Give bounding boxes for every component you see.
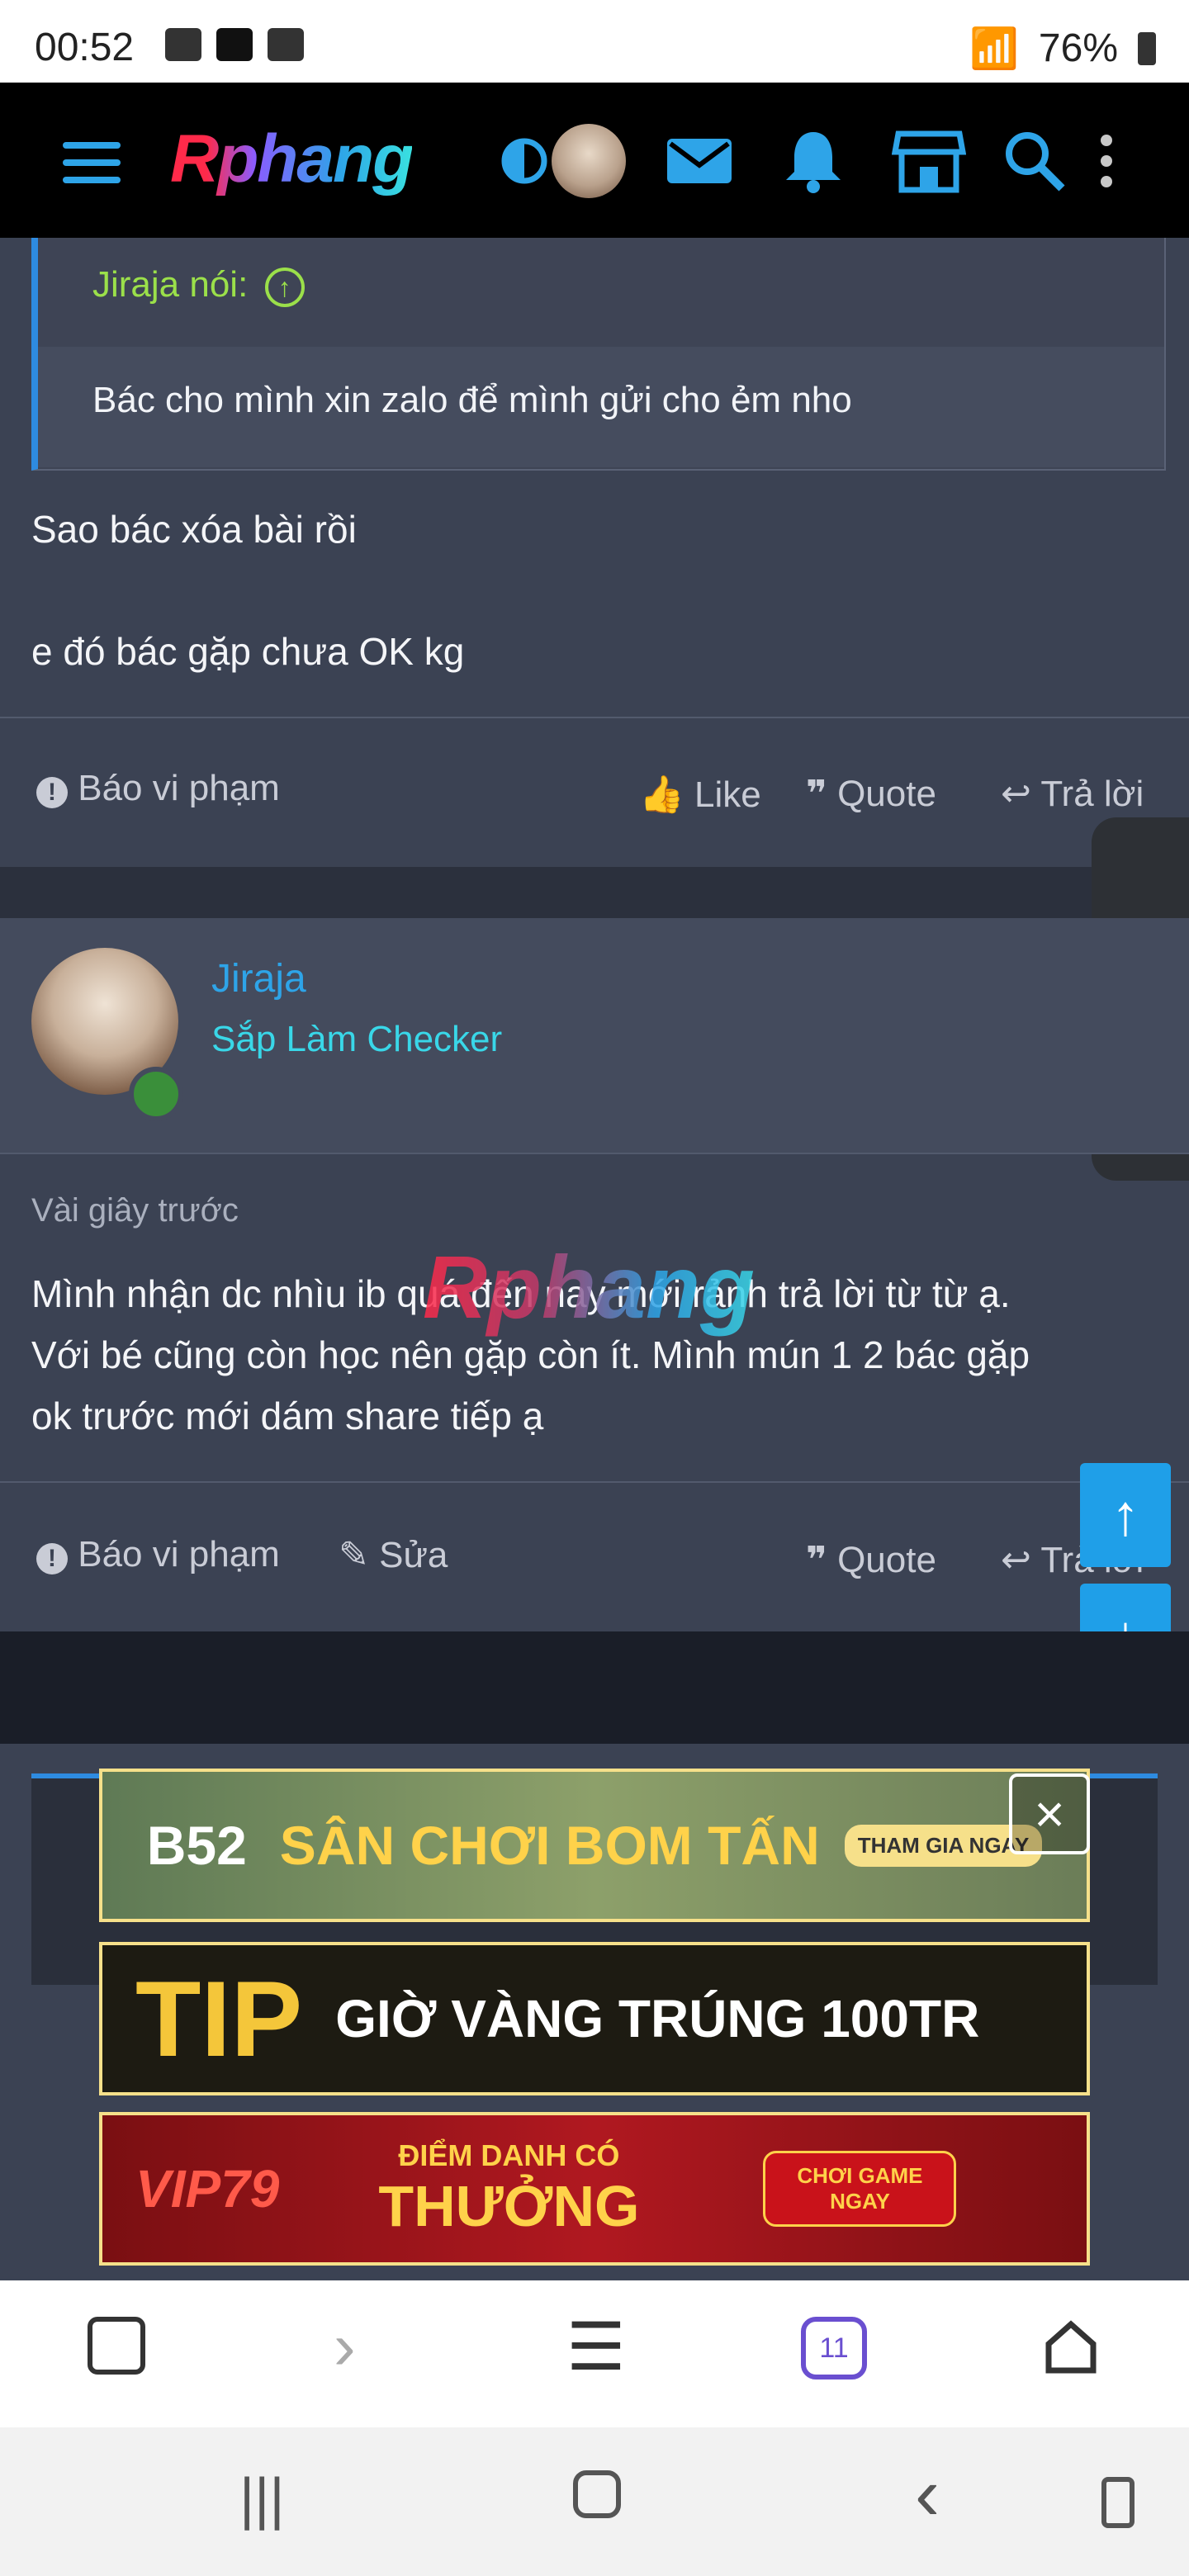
quote-button[interactable]: ❞ Quote bbox=[806, 773, 936, 815]
browser-toolbar: › ☰ 11 bbox=[0, 2280, 1189, 2427]
post1-line1: Sao bác xóa bài rồi bbox=[31, 508, 357, 551]
ad-banner-vip79[interactable]: VIP79 ĐIỂM DANH CÓ THƯỞNG CHƠI GAME NGAY bbox=[99, 2112, 1090, 2266]
tabs-button[interactable]: 11 bbox=[801, 2317, 867, 2379]
pencil-icon: ✎ bbox=[339, 1535, 369, 1575]
gallery-icon bbox=[165, 28, 201, 61]
ad3-headline: ĐIỂM DANH CÓ THƯỞNG bbox=[378, 2138, 639, 2239]
back-icon[interactable]: ‹ bbox=[915, 2452, 940, 2537]
quote-button[interactable]: ❞ Quote bbox=[806, 1539, 936, 1581]
edit-button[interactable]: ✎ Sửa bbox=[339, 1534, 448, 1576]
divider bbox=[0, 717, 1189, 718]
system-nav-bar: ||| ‹ bbox=[0, 2427, 1189, 2576]
ad1-text: SÂN CHƠI BOM TẤN bbox=[279, 1815, 820, 1876]
post2-user-header bbox=[0, 918, 1189, 1154]
recent-apps-icon[interactable]: ||| bbox=[239, 2465, 285, 2531]
report-button[interactable]: ! Báo vi phạm bbox=[36, 768, 280, 809]
ad-banner-b52[interactable]: B52 SÂN CHƠI BOM TẤN THAM GIA NGAY bbox=[99, 1769, 1090, 1922]
mail-icon[interactable] bbox=[662, 124, 737, 198]
post-separator bbox=[0, 867, 1189, 918]
quote-icon: ❞ bbox=[806, 1540, 827, 1580]
user-avatar[interactable] bbox=[552, 124, 626, 198]
online-status-icon bbox=[129, 1067, 183, 1121]
quote-author-label[interactable]: Jiraja nói: bbox=[92, 264, 248, 305]
reply-label: Trả lời bbox=[1040, 774, 1144, 814]
tiktok-icon bbox=[216, 28, 253, 61]
bell-icon[interactable] bbox=[776, 124, 850, 198]
status-right: 📶 76% bbox=[969, 25, 1156, 72]
post2-line2: Với bé cũng còn học nên gặp còn ít. Mình… bbox=[31, 1333, 1030, 1376]
post1-line2: e đó bác gặp chưa OK kg bbox=[31, 630, 465, 673]
ad3-cta[interactable]: CHƠI GAME NGAY bbox=[763, 2151, 957, 2227]
reply-button[interactable]: ↩ Trả lời bbox=[1001, 773, 1144, 815]
reply-icon: ↩ bbox=[1001, 774, 1031, 814]
more-vertical-icon[interactable] bbox=[1090, 124, 1123, 198]
quote-icon: ❞ bbox=[806, 774, 827, 814]
status-bar: 00:52 📶 76% bbox=[0, 0, 1189, 83]
notification-icons bbox=[165, 28, 304, 61]
wifi-icon: 📶 bbox=[969, 27, 1019, 71]
ad3-brand: VIP79 bbox=[135, 2159, 280, 2218]
quote-text: Bác cho mình xin zalo để mình gửi cho ẻm… bbox=[92, 380, 852, 420]
alert-icon: ! bbox=[36, 1543, 68, 1574]
ad-banner-tip[interactable]: TIP GIỜ VÀNG TRÚNG 100TR bbox=[99, 1942, 1090, 2095]
scroll-top-button[interactable]: ↑ bbox=[1080, 1463, 1171, 1567]
quote-label: Quote bbox=[837, 774, 936, 814]
report-label: Báo vi phạm bbox=[78, 1534, 280, 1574]
forward-icon[interactable]: › bbox=[334, 2308, 356, 2384]
contrast-icon[interactable] bbox=[487, 124, 561, 198]
arrow-up-icon: ↑ bbox=[1111, 1483, 1140, 1547]
tab-count: 11 bbox=[819, 2332, 849, 2364]
ad3-top: ĐIỂM DANH CÓ bbox=[398, 2138, 620, 2172]
post-time[interactable]: Vài giây trước bbox=[31, 1192, 239, 1229]
youtube-icon bbox=[268, 28, 304, 61]
watermark-logo: Rphang bbox=[423, 1237, 755, 1337]
battery-icon bbox=[1138, 31, 1156, 65]
reply-icon: ↩ bbox=[1001, 1540, 1031, 1580]
quote-author[interactable]: Jiraja nói: ↑ bbox=[92, 264, 305, 307]
alert-icon: ! bbox=[36, 777, 68, 808]
close-ad-button[interactable]: × bbox=[1009, 1773, 1090, 1854]
ad2-brand: TIP bbox=[135, 1958, 303, 2079]
quote-body: Bác cho mình xin zalo để mình gửi cho ẻm… bbox=[38, 347, 1164, 467]
home-nav-icon[interactable] bbox=[573, 2470, 621, 2518]
like-label: Like bbox=[694, 774, 761, 815]
close-tab-icon[interactable] bbox=[88, 2317, 145, 2375]
home-icon[interactable] bbox=[1042, 2315, 1100, 2374]
battery-level: 76% bbox=[1038, 26, 1118, 70]
jump-up-icon[interactable]: ↑ bbox=[264, 268, 305, 307]
hamburger-icon[interactable] bbox=[63, 142, 121, 183]
divider bbox=[0, 1153, 1189, 1154]
divider bbox=[0, 1481, 1189, 1483]
ad3-main: THƯỞNG bbox=[378, 2174, 640, 2238]
search-icon[interactable] bbox=[997, 124, 1072, 198]
quote-block: Jiraja nói: ↑ Bác cho mình xin zalo để m… bbox=[31, 238, 1166, 471]
ad1-brand: B52 bbox=[146, 1815, 247, 1876]
poster-username[interactable]: Jiraja bbox=[211, 956, 306, 1002]
post2-line3: ok trước mới dám share tiếp ạ bbox=[31, 1395, 544, 1437]
menu-icon[interactable]: ☰ bbox=[566, 2308, 626, 2385]
thumbs-up-icon: 👍 bbox=[639, 774, 685, 815]
store-icon[interactable] bbox=[892, 124, 966, 198]
report-button[interactable]: ! Báo vi phạm bbox=[36, 1534, 280, 1575]
like-button[interactable]: 👍 Like bbox=[639, 773, 761, 816]
poster-title: Sắp Làm Checker bbox=[211, 1019, 503, 1059]
ad2-text: GIỜ VÀNG TRÚNG 100TR bbox=[335, 1989, 980, 2048]
report-label: Báo vi phạm bbox=[78, 768, 280, 808]
keyboard-toggle-icon[interactable] bbox=[1101, 2477, 1135, 2528]
edit-label: Sửa bbox=[379, 1535, 448, 1575]
footer-band bbox=[0, 1631, 1189, 1744]
status-time: 00:52 bbox=[35, 26, 135, 69]
quote-label: Quote bbox=[837, 1540, 936, 1580]
site-logo[interactable]: Rphang bbox=[170, 121, 414, 198]
